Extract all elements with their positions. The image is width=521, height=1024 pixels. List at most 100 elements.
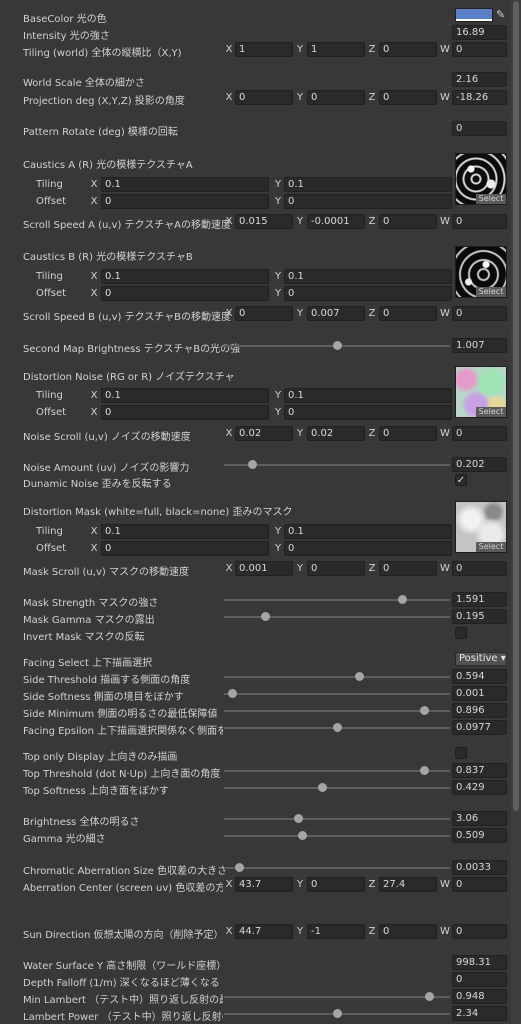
projection-x-field[interactable]: 0 [235, 90, 293, 105]
mask-scroll-x-field[interactable]: 0.001 [235, 561, 293, 576]
tiling-world-x-field[interactable]: 1 [235, 42, 293, 57]
aberration-center-z-field[interactable]: 27.4 [379, 877, 437, 892]
min-lambert-field[interactable]: 0.948 [452, 989, 507, 1004]
second-brightness-field[interactable]: 1.007 [452, 338, 507, 353]
side-threshold-slider-thumb[interactable] [354, 672, 364, 681]
side-threshold-slider-track[interactable] [224, 676, 450, 678]
world-scale-field[interactable]: 2.16 [452, 72, 507, 87]
mask-strength-slider-track[interactable] [224, 599, 450, 601]
top-threshold-slider-thumb[interactable] [420, 766, 430, 775]
distortion-mask-tiling-x-field[interactable]: 0.1 [101, 524, 269, 539]
distortion-mask-offset-y-field[interactable]: 0 [284, 541, 452, 556]
top-softness-field[interactable]: 0.429 [452, 780, 507, 795]
side-minimum-field[interactable]: 0.896 [452, 703, 507, 718]
scroll-b-z-field[interactable]: 0 [379, 306, 437, 321]
caustics-a-tiling-y-field[interactable]: 0.1 [284, 177, 452, 192]
gamma-slider-track[interactable] [224, 835, 450, 837]
mask-gamma-slider-track[interactable] [224, 616, 450, 618]
sun-direction-z-field[interactable]: 0 [379, 924, 437, 939]
projection-y-field[interactable]: 0 [307, 90, 365, 105]
sun-direction-y-field[interactable]: -1 [307, 924, 365, 939]
noise-scroll-x-field[interactable]: 0.02 [235, 426, 293, 441]
scroll-a-z-field[interactable]: 0 [379, 214, 437, 229]
side-minimum-slider-track[interactable] [224, 710, 450, 712]
caustics-a-tiling-x-field[interactable]: 0.1 [101, 177, 269, 192]
noise-scroll-y-field[interactable]: 0.02 [307, 426, 365, 441]
caustics-a-offset-y-field[interactable]: 0 [284, 194, 452, 209]
caustics-b-offset-x-field[interactable]: 0 [101, 286, 269, 301]
mask-gamma-slider-thumb[interactable] [261, 612, 271, 621]
brightness-slider-thumb[interactable] [293, 814, 303, 823]
chromatic-size-field[interactable]: 0.0033 [452, 860, 507, 875]
pattern-rotate-field[interactable]: 0 [452, 121, 507, 136]
water-surface-field[interactable]: 998.31 [452, 955, 507, 970]
caustics-a-offset-x-field[interactable]: 0 [101, 194, 269, 209]
dynamic-noise-checkbox[interactable]: ✓ [455, 474, 467, 486]
caustics-b-tiling-x-field[interactable]: 0.1 [101, 269, 269, 284]
scroll-a-y-field[interactable]: -0.0001 [307, 214, 365, 229]
distortion-mask-tiling-y-field[interactable]: 0.1 [284, 524, 452, 539]
facing-epsilon-slider-thumb[interactable] [333, 723, 342, 732]
second-brightness-slider-thumb[interactable] [333, 341, 342, 350]
facing-epsilon-field[interactable]: 0.0977 [452, 720, 507, 735]
distortion-noise-tiling-x-field[interactable]: 0.1 [101, 388, 269, 403]
noise-amount-field[interactable]: 0.202 [452, 457, 507, 472]
facing-select-dropdown[interactable]: Positive ▾ [455, 652, 507, 666]
top-only-checkbox[interactable] [455, 747, 467, 759]
mask-scroll-y-field[interactable]: 0 [307, 561, 365, 576]
scroll-b-w-field[interactable]: 0 [452, 306, 507, 321]
gamma-slider-thumb[interactable] [298, 831, 308, 840]
lambert-power-field[interactable]: 2.34 [452, 1006, 507, 1021]
projection-w-field[interactable]: -18.26 [452, 90, 507, 105]
invert-mask-checkbox[interactable] [455, 627, 467, 639]
vertical-scrollbar[interactable] [511, 0, 521, 1024]
intensity-field[interactable]: 16.89 [452, 25, 507, 40]
noise-scroll-z-field[interactable]: 0 [379, 426, 437, 441]
scrollbar-thumb[interactable] [513, 1, 519, 811]
scroll-a-w-field[interactable]: 0 [452, 214, 507, 229]
distortion-mask-offset-x-field[interactable]: 0 [101, 541, 269, 556]
top-softness-slider-thumb[interactable] [317, 783, 327, 792]
brightness-field[interactable]: 3.06 [452, 811, 507, 826]
tiling-world-z-field[interactable]: 0 [379, 42, 437, 57]
scroll-a-x-field[interactable]: 0.015 [235, 214, 293, 229]
side-threshold-field[interactable]: 0.594 [452, 669, 507, 684]
aberration-center-y-field[interactable]: 0 [307, 877, 365, 892]
top-threshold-slider-track[interactable] [224, 770, 450, 772]
scroll-b-x-field[interactable]: 0 [235, 306, 293, 321]
projection-z-field[interactable]: 0 [379, 90, 437, 105]
noise-amount-slider-thumb[interactable] [247, 460, 257, 469]
tiling-world-y-field[interactable]: 1 [307, 42, 365, 57]
caustics-b-offset-y-field[interactable]: 0 [284, 286, 452, 301]
chromatic-size-slider-track[interactable] [224, 867, 450, 869]
noise-amount-slider-track[interactable] [224, 464, 450, 466]
mask-gamma-field[interactable]: 0.195 [452, 609, 507, 624]
side-minimum-slider-thumb[interactable] [420, 706, 430, 715]
eyedropper-icon[interactable]: ✎ [496, 8, 505, 21]
depth-falloff-field[interactable]: 0 [452, 972, 507, 987]
min-lambert-slider-thumb[interactable] [424, 992, 434, 1001]
tiling-world-w-field[interactable]: 0 [452, 42, 507, 57]
mask-strength-slider-thumb[interactable] [398, 595, 408, 604]
sun-direction-x-field[interactable]: 44.7 [235, 924, 293, 939]
scroll-b-y-field[interactable]: 0.007 [307, 306, 365, 321]
aberration-center-x-field[interactable]: 43.7 [235, 877, 293, 892]
noise-scroll-w-field[interactable]: 0 [452, 426, 507, 441]
aberration-center-w-field[interactable]: 0 [452, 877, 507, 892]
brightness-slider-track[interactable] [224, 818, 450, 820]
top-threshold-field[interactable]: 0.837 [452, 763, 507, 778]
distortion-noise-offset-x-field[interactable]: 0 [101, 405, 269, 420]
caustics-b-tiling-y-field[interactable]: 0.1 [284, 269, 452, 284]
side-softness-slider-thumb[interactable] [228, 689, 238, 698]
base-color-swatch[interactable] [455, 8, 493, 22]
chromatic-size-slider-thumb[interactable] [234, 863, 244, 872]
mask-scroll-z-field[interactable]: 0 [379, 561, 437, 576]
min-lambert-slider-track[interactable] [224, 996, 450, 998]
mask-scroll-w-field[interactable]: 0 [452, 561, 507, 576]
side-softness-slider-track[interactable] [224, 693, 450, 695]
distortion-noise-offset-y-field[interactable]: 0 [284, 405, 452, 420]
mask-strength-field[interactable]: 1.591 [452, 592, 507, 607]
side-softness-field[interactable]: 0.001 [452, 686, 507, 701]
lambert-power-slider-thumb[interactable] [333, 1009, 342, 1018]
sun-direction-w-field[interactable]: 0 [452, 924, 507, 939]
